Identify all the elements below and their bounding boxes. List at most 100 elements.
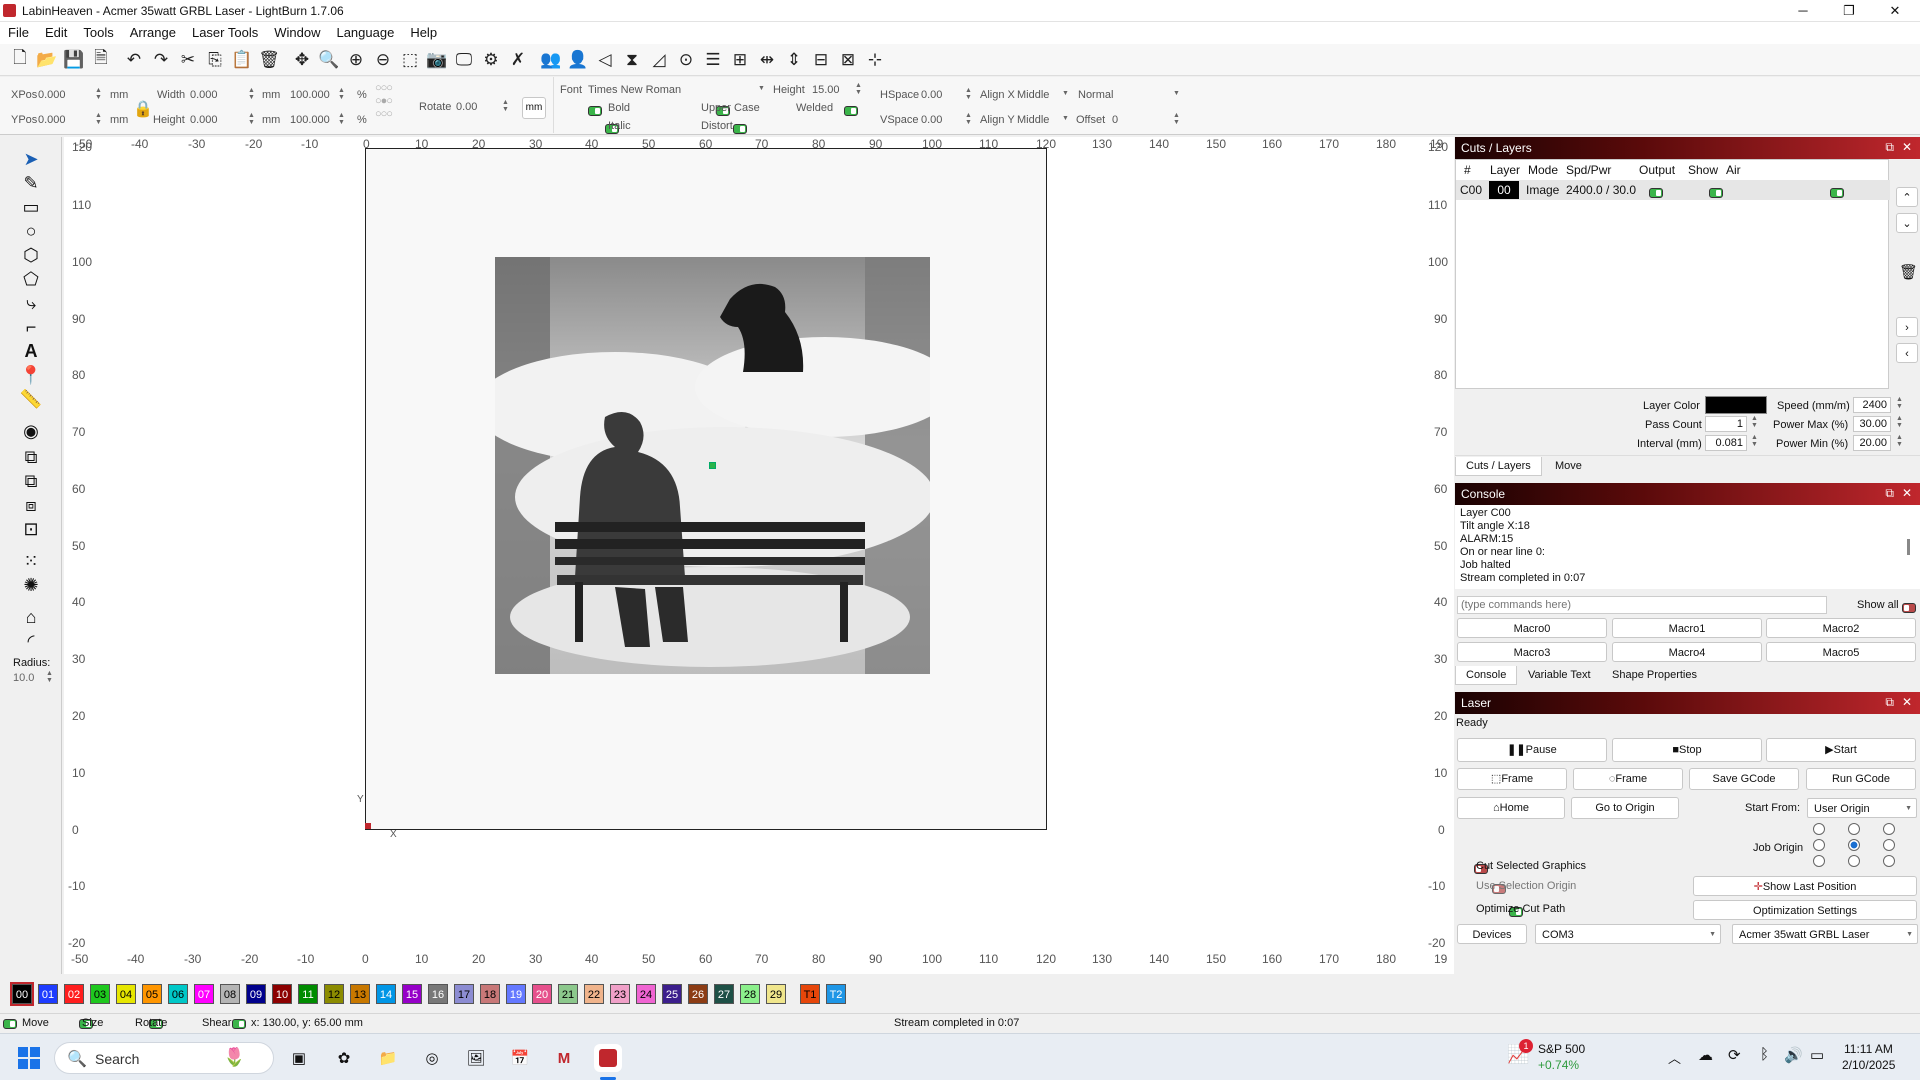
zoom-page-icon[interactable]: 🔍 [317, 48, 341, 72]
welded-toggle[interactable] [844, 105, 859, 116]
align-horizontal-icon[interactable]: ⇹ [755, 48, 779, 72]
move-layer-down-icon[interactable]: ⌄ [1896, 213, 1918, 233]
palette-swatch-10[interactable]: 10 [272, 984, 292, 1004]
speed-field[interactable]: 2400 [1853, 397, 1891, 413]
width-percent-spinner[interactable]: ▲ ▼ [338, 87, 345, 101]
tab-icon[interactable]: ⌂ [18, 605, 44, 629]
power-max-spinner[interactable]: ▲ ▼ [1896, 415, 1903, 429]
palette-swatch-00[interactable]: 00 [10, 982, 34, 1006]
output-toggle[interactable] [1649, 187, 1663, 198]
origin-radio[interactable] [1883, 855, 1895, 867]
grid-array-icon[interactable]: ⁙ [18, 549, 44, 573]
expand-right-icon[interactable]: › [1896, 317, 1918, 337]
lock-ratio-icon[interactable]: 🔒 [133, 99, 153, 119]
run-gcode-button[interactable]: Run GCode [1806, 768, 1916, 790]
palette-swatch-t1[interactable]: T1 [800, 984, 820, 1004]
console-scrollbar[interactable] [1907, 539, 1910, 555]
close-button[interactable]: ✕ [1872, 0, 1918, 22]
pass-count-field[interactable]: 1 [1705, 416, 1747, 432]
settings-gear-icon[interactable]: ⚙ [479, 48, 503, 72]
clock-date[interactable]: 2/10/2025 [1842, 1058, 1895, 1072]
pentagon-icon[interactable]: ⬠ [18, 267, 44, 291]
palette-swatch-09[interactable]: 09 [246, 984, 266, 1004]
menu-edit[interactable]: Edit [37, 22, 75, 40]
save-gcode-button[interactable]: Save GCode [1689, 768, 1799, 790]
palette-swatch-t2[interactable]: T2 [826, 984, 846, 1004]
mirror-icon[interactable]: ⧗ [620, 48, 644, 72]
palette-swatch-29[interactable]: 29 [766, 984, 786, 1004]
palette-swatch-18[interactable]: 18 [480, 984, 500, 1004]
group-icon[interactable]: 👥 [539, 48, 563, 72]
dock-center-icon[interactable]: ⊹ [863, 48, 887, 72]
palette-swatch-24[interactable]: 24 [636, 984, 656, 1004]
select-arrow-icon[interactable]: ➤ [18, 147, 44, 171]
open-folder-icon[interactable]: 📂 [35, 48, 59, 72]
polygon-icon[interactable]: ⬡ [18, 243, 44, 267]
macro-button[interactable]: Macro4 [1612, 642, 1762, 662]
aligny-select[interactable]: Middle [1017, 114, 1049, 126]
font-height-spinner[interactable]: ▲ ▼ [855, 82, 862, 96]
distribute-icon[interactable]: ⊞ [728, 48, 752, 72]
home-button[interactable]: ⌂Home [1457, 797, 1565, 819]
air-toggle[interactable] [1829, 187, 1844, 198]
lightburn-taskbar-icon[interactable] [594, 1044, 622, 1072]
menu-window[interactable]: Window [266, 22, 328, 40]
measure-box-icon[interactable]: ⌐ [18, 315, 44, 339]
corner-icon[interactable]: ◜ [18, 629, 44, 653]
taskbar-search[interactable]: 🔍 Search 🌷 [54, 1042, 274, 1074]
palette-swatch-14[interactable]: 14 [376, 984, 396, 1004]
units-toggle-button[interactable]: mm [522, 97, 546, 119]
volume-icon[interactable]: 🔊 [1784, 1046, 1803, 1064]
show-last-position-button[interactable]: ✛Show Last Position [1693, 876, 1917, 896]
bluetooth-icon[interactable]: ᛒ [1760, 1046, 1769, 1063]
undock-icon[interactable]: ⧉ [1885, 486, 1894, 501]
minimize-button[interactable]: ─ [1780, 0, 1826, 22]
font-height-field[interactable]: 15.00 [812, 84, 840, 96]
aligny-chevron-icon[interactable]: ▼ [1062, 115, 1069, 122]
clone-icon[interactable]: ⧉ [18, 445, 44, 469]
zoom-in-icon[interactable]: ⊕ [344, 48, 368, 72]
device-select[interactable]: Acmer 35watt GRBL Laser ▼ [1732, 924, 1918, 944]
width-spinner[interactable]: ▲ ▼ [248, 87, 255, 101]
radius-spinner[interactable]: ▲ ▼ [46, 670, 53, 684]
palette-swatch-03[interactable]: 03 [90, 984, 110, 1004]
macro-button[interactable]: Macro1 [1612, 618, 1762, 638]
copy-along-icon[interactable]: ⧉ [18, 469, 44, 493]
undo-icon[interactable]: ↶ [122, 48, 146, 72]
start-button[interactable]: ▶Start [1766, 738, 1916, 762]
stop-button[interactable]: ■Stop [1612, 738, 1762, 762]
speed-spinner[interactable]: ▲ ▼ [1896, 396, 1903, 410]
palette-swatch-02[interactable]: 02 [64, 984, 84, 1004]
palette-swatch-08[interactable]: 08 [220, 984, 240, 1004]
pen-icon[interactable]: ✎ [18, 171, 44, 195]
interval-spinner[interactable]: ▲ ▼ [1751, 434, 1758, 448]
go-to-origin-button[interactable]: Go to Origin [1571, 797, 1679, 819]
gmail-icon[interactable]: M [550, 1044, 578, 1072]
text-mode-select[interactable]: Normal [1078, 89, 1113, 101]
palette-swatch-04[interactable]: 04 [116, 984, 136, 1004]
align-vertical-icon[interactable]: ⇕ [782, 48, 806, 72]
distort-toggle[interactable] [733, 123, 748, 134]
move-icon[interactable]: ✥ [290, 48, 314, 72]
tab-cuts-layers[interactable]: Cuts / Layers [1455, 457, 1542, 476]
start-windows-icon[interactable] [18, 1047, 40, 1069]
palette-swatch-07[interactable]: 07 [194, 984, 214, 1004]
origin-radio[interactable] [1813, 823, 1825, 835]
xpos-spinner[interactable]: ▲ ▼ [95, 87, 102, 101]
pass-count-spinner[interactable]: ▲ ▼ [1751, 415, 1758, 429]
cut-icon[interactable]: ✂ [176, 48, 200, 72]
close-panel-icon[interactable]: ✕ [1902, 486, 1912, 500]
macro-button[interactable]: Macro2 [1766, 618, 1916, 638]
close-panel-icon[interactable]: ✕ [1902, 695, 1912, 709]
macro-button[interactable]: Macro0 [1457, 618, 1607, 638]
shear-toggle[interactable] [232, 1019, 247, 1030]
text-tool-icon[interactable]: A [18, 339, 44, 363]
origin-radio[interactable] [1813, 839, 1825, 851]
push-horizontal-icon[interactable]: ⊟ [809, 48, 833, 72]
height-percent-spinner[interactable]: ▲ ▼ [338, 112, 345, 126]
menu-arrange[interactable]: Arrange [122, 22, 184, 40]
close-panel-icon[interactable]: ✕ [1902, 140, 1912, 154]
palette-swatch-20[interactable]: 20 [532, 984, 552, 1004]
tools-wrench-icon[interactable]: ✗ [506, 48, 530, 72]
palette-swatch-27[interactable]: 27 [714, 984, 734, 1004]
